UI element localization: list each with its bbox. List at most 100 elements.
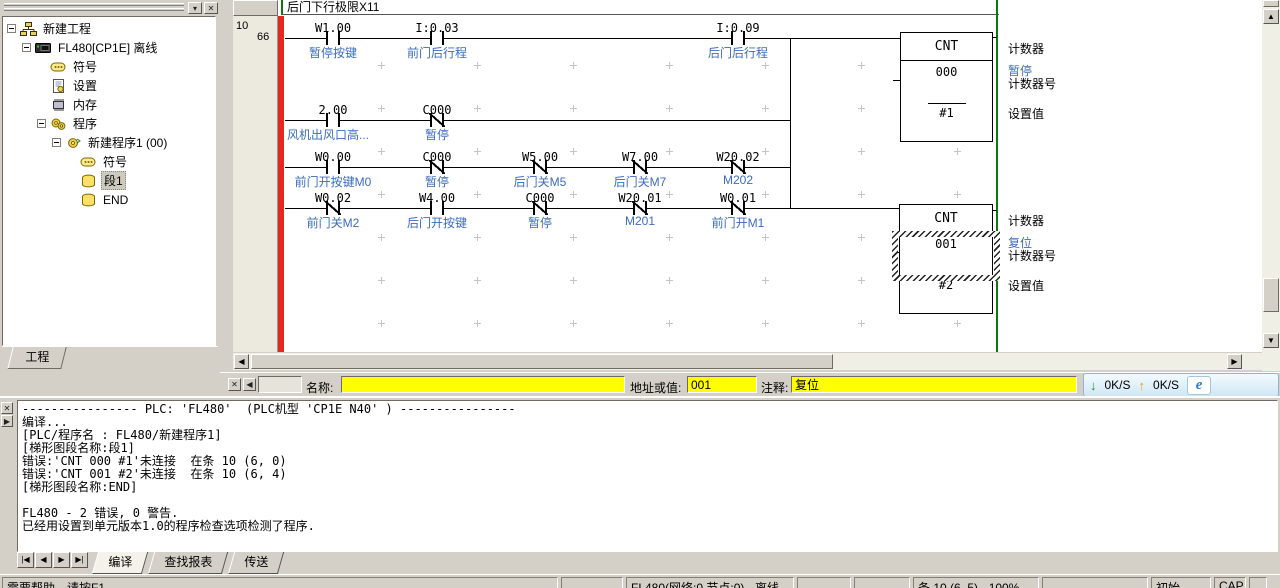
scroll-down-button[interactable]: ▼ [1263, 333, 1279, 348]
tree-item-label: END [101, 193, 130, 207]
ladder-vscrollbar[interactable]: ▲ ▼ [1262, 0, 1280, 371]
vscroll-split-box[interactable] [1263, 0, 1279, 7]
hscroll-thumb[interactable] [251, 354, 833, 369]
scroll-right-button[interactable]: ▶ [1227, 354, 1242, 369]
contact-W0.01-cell[interactable] [726, 193, 750, 223]
memory-icon [50, 98, 67, 112]
operand-bar-back-button[interactable]: ◀ [243, 378, 256, 391]
tree-item-6[interactable]: 新建程序1 (00) [3, 133, 215, 152]
close-icon: ✕ [231, 380, 238, 389]
tab-next-button[interactable]: ▶ [53, 552, 70, 568]
contact-W1.00-cell[interactable] [321, 23, 345, 53]
tree-expand-toggle[interactable] [7, 24, 16, 33]
cnt-block-000[interactable]: CNT000#1 [900, 32, 993, 142]
tree-item-8[interactable]: 段1 [3, 171, 215, 190]
stub-wire [993, 210, 997, 211]
tab-project[interactable]: 工程 [7, 347, 67, 369]
comment-input[interactable] [791, 376, 1077, 393]
tree-item-5[interactable]: 程序 [3, 114, 215, 133]
output-tab-2[interactable]: 传送 [228, 552, 284, 574]
tree-tab-bar: 工程 [2, 346, 218, 366]
contact-C000-cell[interactable] [425, 105, 449, 135]
tree-item-1[interactable]: FL480[CP1E] 离线 [3, 38, 215, 57]
name-input[interactable] [341, 376, 625, 393]
tree-expand-toggle[interactable] [52, 138, 61, 147]
contact-W20.01-cell[interactable] [628, 193, 652, 223]
program-folder-icon [50, 117, 67, 131]
contact-W4.00-cell[interactable] [425, 193, 449, 223]
transfer-rate-toolbar: ↓ 0K/S ↑ 0K/S e [1083, 373, 1279, 397]
contact-C000-cell[interactable] [425, 152, 449, 182]
arrow-right-icon: ▶ [4, 417, 10, 426]
grid-mark [858, 191, 865, 198]
operand-annotation: 计数器 [1008, 212, 1044, 229]
gripper-line [4, 8, 184, 11]
project-network-icon [20, 22, 37, 36]
tree-item-label: 程序 [71, 115, 99, 132]
grid-mark [762, 320, 769, 327]
contact-I:0.09-cell[interactable] [726, 23, 750, 53]
tree-expand-toggle[interactable] [22, 43, 31, 52]
scroll-left-button[interactable]: ◀ [234, 354, 249, 369]
output-close-button[interactable]: ✕ [1, 402, 13, 414]
cnt-title: CNT [900, 205, 992, 233]
grid-mark [378, 62, 385, 69]
stub-wire [993, 37, 997, 38]
ladder-hscrollbar[interactable]: ◀ ▶ [233, 353, 1262, 370]
tree-item-7[interactable]: 符号 [3, 152, 215, 171]
output-tab-1[interactable]: 查找报表 [148, 552, 228, 574]
scroll-up-button[interactable]: ▲ [1263, 9, 1279, 24]
grid-mark [378, 277, 385, 284]
tab-prev-button[interactable]: ◀ [35, 552, 52, 568]
status-plc-mode: 初始 [1151, 577, 1211, 588]
close-icon: ✕ [208, 4, 215, 13]
compile-output-text: ---------------- PLC: 'FL480' (PLC机型 'CP… [17, 400, 1278, 552]
arrow-left-icon: ◀ [238, 358, 244, 366]
tree-expand-toggle[interactable] [37, 119, 46, 128]
contact-C000-cell[interactable] [528, 193, 552, 223]
contact-2.00-cell[interactable] [321, 105, 345, 135]
tree-item-label: 设置 [71, 77, 99, 94]
status-caps: CAP [1214, 577, 1246, 588]
name-label: 名称: [306, 379, 333, 396]
program-icon [65, 136, 82, 150]
tree-panel-menu-button[interactable]: ▾ [188, 2, 202, 14]
grid-mark [666, 277, 673, 284]
address-input[interactable] [687, 376, 757, 393]
tab-first-button[interactable]: |◀ [17, 552, 34, 568]
status-cell-empty [797, 577, 851, 588]
cnt-counter-number: 000 [901, 65, 992, 79]
contact-W0.02-cell[interactable] [321, 193, 345, 223]
output-tab-0[interactable]: 编译 [92, 552, 148, 574]
rung-wire [285, 120, 791, 121]
operand-annotation: 设置值 [1008, 277, 1044, 294]
grid-mark [570, 105, 577, 112]
grid-mark [858, 105, 865, 112]
operand-bar-close-button[interactable]: ✕ [228, 378, 241, 391]
tree-panel-gripper[interactable]: ▾ ✕ [2, 2, 218, 15]
tree-panel-close-button[interactable]: ✕ [204, 2, 218, 14]
arrow-left-icon: ◀ [40, 556, 46, 564]
tree-item-0[interactable]: 新建工程 [3, 19, 215, 38]
browser-e-icon[interactable]: e [1187, 376, 1211, 395]
grid-mark [570, 320, 577, 327]
contact-W20.02-cell[interactable] [726, 152, 750, 182]
tree-item-3[interactable]: 设置 [3, 76, 215, 95]
operand-edit-bar: ✕ ◀ 名称: 地址或值: 注释: ↓ 0K/S ↑ 0K/S e [220, 372, 1280, 396]
download-rate: 0K/S [1105, 378, 1131, 392]
contact-W7.00-cell[interactable] [628, 152, 652, 182]
selection-hatch [892, 231, 1000, 281]
tab-last-button[interactable]: ▶| [71, 552, 88, 568]
upload-rate: 0K/S [1153, 378, 1179, 392]
chevron-down-icon: ▾ [193, 4, 197, 13]
contact-W5.00-cell[interactable] [528, 152, 552, 182]
tree-item-9[interactable]: END [3, 190, 215, 209]
contact-W0.00-cell[interactable] [321, 152, 345, 182]
tree-item-4[interactable]: 内存 [3, 95, 215, 114]
contact-I:0.03-cell[interactable] [425, 23, 449, 53]
operand-annotation: 计数器号 [1008, 247, 1056, 264]
tree-item-2[interactable]: 符号 [3, 57, 215, 76]
vscroll-thumb[interactable] [1263, 278, 1279, 312]
output-expand-button[interactable]: ▶ [1, 415, 13, 427]
arrow-left-icon: ◀ [246, 380, 252, 389]
